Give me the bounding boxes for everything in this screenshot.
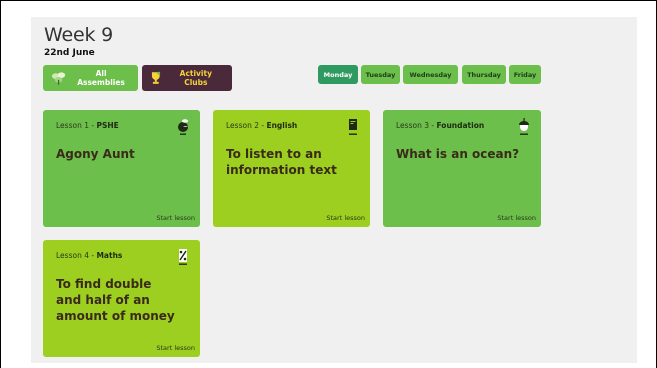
lesson-title: To find double and half of an amount of …	[56, 277, 175, 323]
all-assemblies-label: All Assemblies	[77, 69, 125, 87]
lesson-label: Lesson 2 - English	[226, 121, 298, 130]
tab-friday[interactable]: Friday	[509, 65, 541, 84]
start-lesson-link[interactable]: Start lesson	[497, 214, 536, 222]
lesson-number: Lesson 2	[226, 121, 259, 130]
tab-wednesday[interactable]: Wednesday	[403, 65, 458, 84]
lesson-title: Agony Aunt	[56, 147, 135, 161]
lesson-subject: PSHE	[96, 121, 119, 130]
tab-tuesday[interactable]: Tuesday	[361, 65, 400, 84]
start-lesson-link[interactable]: Start lesson	[326, 214, 365, 222]
activity-clubs-button[interactable]: Activity Clubs	[142, 65, 232, 91]
apple-icon	[178, 119, 188, 135]
page-title: Week 9	[44, 24, 113, 46]
lesson-card-1[interactable]: Lesson 1 - PSHE Agony Aunt Start lesson	[43, 110, 200, 227]
lesson-card-2[interactable]: Lesson 2 - English To listen to an infor…	[213, 110, 370, 227]
page-date: 22nd June	[44, 48, 95, 58]
start-lesson-link[interactable]: Start lesson	[156, 344, 195, 352]
all-assemblies-button[interactable]: All Assemblies	[43, 65, 138, 91]
tab-thursday[interactable]: Thursday	[462, 65, 506, 84]
lesson-label: Lesson 4 - Maths	[56, 251, 123, 260]
lesson-title: What is an ocean?	[396, 147, 520, 161]
tab-monday[interactable]: Monday	[318, 65, 358, 84]
book-icon	[349, 119, 357, 135]
lesson-number: Lesson 1	[56, 121, 89, 130]
lesson-subject: Foundation	[436, 121, 485, 130]
acorn-icon	[519, 118, 529, 135]
lesson-subject: English	[266, 121, 298, 130]
lesson-title: To listen to an information text	[226, 147, 337, 177]
lesson-card-3[interactable]: Lesson 3 - Foundation What is an ocean? …	[383, 110, 541, 227]
activity-clubs-label: Activity Clubs	[179, 69, 212, 87]
start-lesson-link[interactable]: Start lesson	[156, 214, 195, 222]
percent-icon	[179, 249, 187, 265]
leaves-icon	[51, 72, 66, 85]
lesson-subject: Maths	[96, 251, 123, 260]
lesson-card-4[interactable]: Lesson 4 - Maths To find double and half…	[43, 240, 200, 357]
lesson-label: Lesson 1 - PSHE	[56, 121, 119, 130]
main-panel: Week 9 22nd June All Assemblies Activity…	[31, 17, 637, 363]
trophy-icon	[151, 71, 161, 84]
lesson-number: Lesson 4	[56, 251, 89, 260]
lesson-label: Lesson 3 - Foundation	[396, 121, 485, 130]
lesson-number: Lesson 3	[396, 121, 429, 130]
